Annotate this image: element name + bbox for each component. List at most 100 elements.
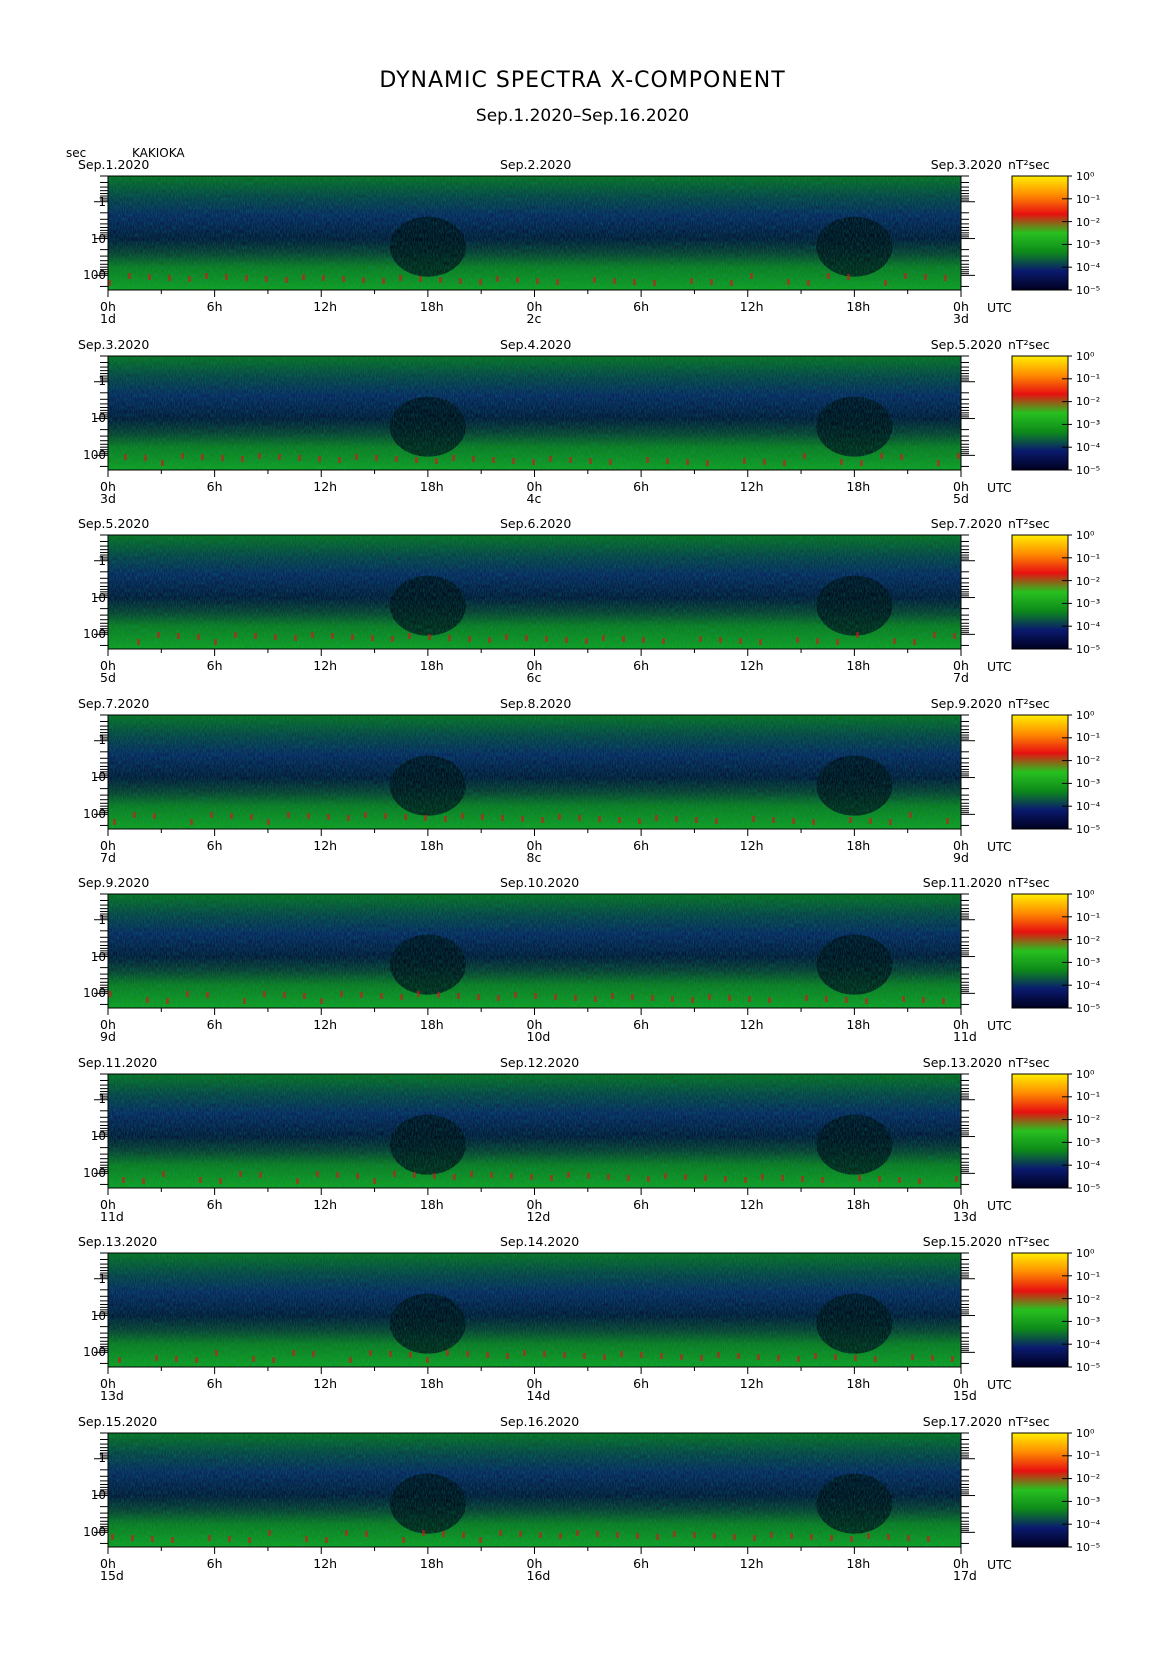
y-tick-label: 100 <box>83 806 106 821</box>
day-label: 16d <box>526 1567 551 1583</box>
day-label: 8c <box>526 849 542 865</box>
spectrogram-panel: Sep.1.2020 Sep.2.2020 Sep.3.2020 nT²sec 1 10 1… <box>0 158 1165 338</box>
y-tick-label: 100 <box>83 1165 106 1180</box>
panel-date-right: Sep.9.2020 <box>930 695 1002 711</box>
colorbar-tick-label: 10⁰ <box>1076 1426 1095 1440</box>
x-axis-unit: UTC <box>987 1197 1012 1213</box>
panel-date-right: Sep.7.2020 <box>930 516 1002 531</box>
panel-date-right: Sep.17.2020 <box>922 1413 1002 1429</box>
day-label: 2c <box>526 311 542 326</box>
y-tick-label: 100 <box>83 268 106 283</box>
colorbar-tick-label: 10⁻⁵ <box>1076 284 1101 297</box>
spectrogram-panel: Sep.15.2020 Sep.16.2020 Sep.17.2020 nT²sec 1… <box>0 1413 1165 1595</box>
day-label: 15d <box>100 1567 124 1583</box>
colorbar-tick-label: 10⁻⁵ <box>1076 1361 1101 1374</box>
colorbar-unit: nT²sec <box>1008 695 1050 711</box>
colorbar-tick-label: 10⁰ <box>1076 1067 1095 1081</box>
panel-date-right: Sep.13.2020 <box>922 1054 1002 1070</box>
y-tick-label: 1 <box>98 553 106 568</box>
colorbar-tick-label: 10⁻² <box>1076 1472 1101 1486</box>
y-tick-label: 10 <box>90 1308 106 1323</box>
colorbar-tick-label: 10⁻¹ <box>1076 731 1101 745</box>
colorbar-tick-label: 10⁻³ <box>1076 1135 1101 1149</box>
colorbar-tick-label: 10⁻² <box>1076 933 1101 947</box>
y-tick-label: 10 <box>90 770 106 785</box>
panel-date-left: Sep.13.2020 <box>78 1234 158 1249</box>
colorbar-tick-label: 10⁻³ <box>1076 1494 1101 1508</box>
x-tick-label: 18h <box>419 299 444 314</box>
x-tick-label: 18h <box>846 837 871 853</box>
colorbar-tick-label: 10⁻¹ <box>1076 551 1101 565</box>
y-tick-label: 1 <box>98 194 106 209</box>
x-tick-label: 6h <box>633 1555 650 1571</box>
panel-date-left: Sep.1.2020 <box>78 157 150 172</box>
colorbar-tick-label: 10⁻⁵ <box>1076 1540 1101 1554</box>
colorbar-tick-label: 10⁻⁴ <box>1076 620 1101 634</box>
colorbar-tick-label: 10⁻⁴ <box>1076 979 1101 993</box>
colorbar-tick-label: 10⁻³ <box>1076 417 1101 431</box>
x-tick-label: 12h <box>313 299 338 314</box>
day-label: 1d <box>100 311 116 326</box>
day-label: 15d <box>953 1388 977 1403</box>
x-tick-label: 18h <box>846 1017 871 1032</box>
x-tick-label: 6h <box>206 478 223 494</box>
panel-date-mid: Sep.10.2020 <box>500 875 580 890</box>
panel-date-left: Sep.15.2020 <box>78 1413 158 1429</box>
colorbar-tick-label: 10⁻⁵ <box>1076 822 1101 836</box>
x-axis-unit: UTC <box>987 479 1012 495</box>
x-tick-label: 6h <box>206 658 223 673</box>
y-tick-label: 10 <box>90 231 106 246</box>
x-tick-label: 6h <box>206 1017 223 1032</box>
day-label: 9d <box>953 849 969 865</box>
x-tick-label: 6h <box>206 837 223 853</box>
colorbar-tick-label: 10⁻³ <box>1076 956 1101 970</box>
x-tick-label: 12h <box>313 1017 338 1032</box>
x-tick-label: 18h <box>846 658 871 673</box>
colorbar-tick-label: 10⁻¹ <box>1076 1090 1101 1104</box>
colorbar-tick-label: 10⁻⁵ <box>1076 463 1101 477</box>
panel-date-left: Sep.5.2020 <box>78 516 150 531</box>
colorbar-tick-label: 10⁻⁴ <box>1076 1338 1101 1352</box>
x-tick-label: 6h <box>633 658 650 673</box>
x-tick-label: 18h <box>846 299 871 314</box>
y-tick-label: 1 <box>98 912 106 927</box>
spectrogram-panel: Sep.7.2020 Sep.8.2020 Sep.9.2020 nT²sec 1 10 1… <box>0 695 1165 877</box>
day-label: 10d <box>526 1029 551 1044</box>
panel-date-left: Sep.3.2020 <box>78 336 150 352</box>
day-label: 3d <box>953 311 969 326</box>
day-label: 13d <box>100 1388 124 1403</box>
y-tick-label: 10 <box>90 411 106 426</box>
panel-date-mid: Sep.4.2020 <box>500 336 572 352</box>
colorbar-tick-label: 10⁻³ <box>1076 1315 1101 1329</box>
x-tick-label: 18h <box>419 658 444 673</box>
colorbar-unit: nT²sec <box>1008 516 1050 531</box>
x-tick-label: 12h <box>313 478 338 494</box>
y-tick-label: 10 <box>90 1488 106 1503</box>
day-label: 11d <box>953 1029 977 1044</box>
colorbar-tick-label: 10⁻⁴ <box>1076 799 1101 813</box>
x-tick-label: 12h <box>739 299 764 314</box>
colorbar-tick-label: 10⁻⁴ <box>1076 261 1101 275</box>
y-tick-label: 1 <box>98 1092 106 1107</box>
colorbar-tick-label: 10⁻¹ <box>1076 1449 1101 1463</box>
x-axis-unit: UTC <box>987 659 1012 674</box>
x-tick-label: 18h <box>419 1376 444 1391</box>
day-label: 9d <box>100 1029 116 1044</box>
colorbar-tick-label: 10⁻² <box>1076 1292 1101 1306</box>
x-tick-label: 12h <box>313 1555 338 1571</box>
y-tick-label: 100 <box>83 986 106 1001</box>
x-axis-unit: UTC <box>987 838 1012 854</box>
panel-date-left: Sep.11.2020 <box>78 1054 158 1070</box>
colorbar-tick-label: 10⁻³ <box>1076 238 1101 252</box>
y-tick-label: 100 <box>83 1524 106 1539</box>
x-tick-label: 18h <box>846 478 871 494</box>
spectrogram-panels: Sep.1.2020 Sep.2.2020 Sep.3.2020 nT²sec 1 10 1… <box>0 0 1165 1679</box>
colorbar-unit: nT²sec <box>1008 1054 1050 1070</box>
y-tick-label: 100 <box>83 1345 106 1360</box>
panel-date-left: Sep.7.2020 <box>78 695 150 711</box>
x-tick-label: 18h <box>419 1017 444 1032</box>
colorbar-tick-label: 10⁰ <box>1076 708 1095 722</box>
x-tick-label: 12h <box>739 658 764 673</box>
colorbar-unit: nT²sec <box>1008 336 1050 352</box>
panel-date-mid: Sep.12.2020 <box>500 1054 580 1070</box>
